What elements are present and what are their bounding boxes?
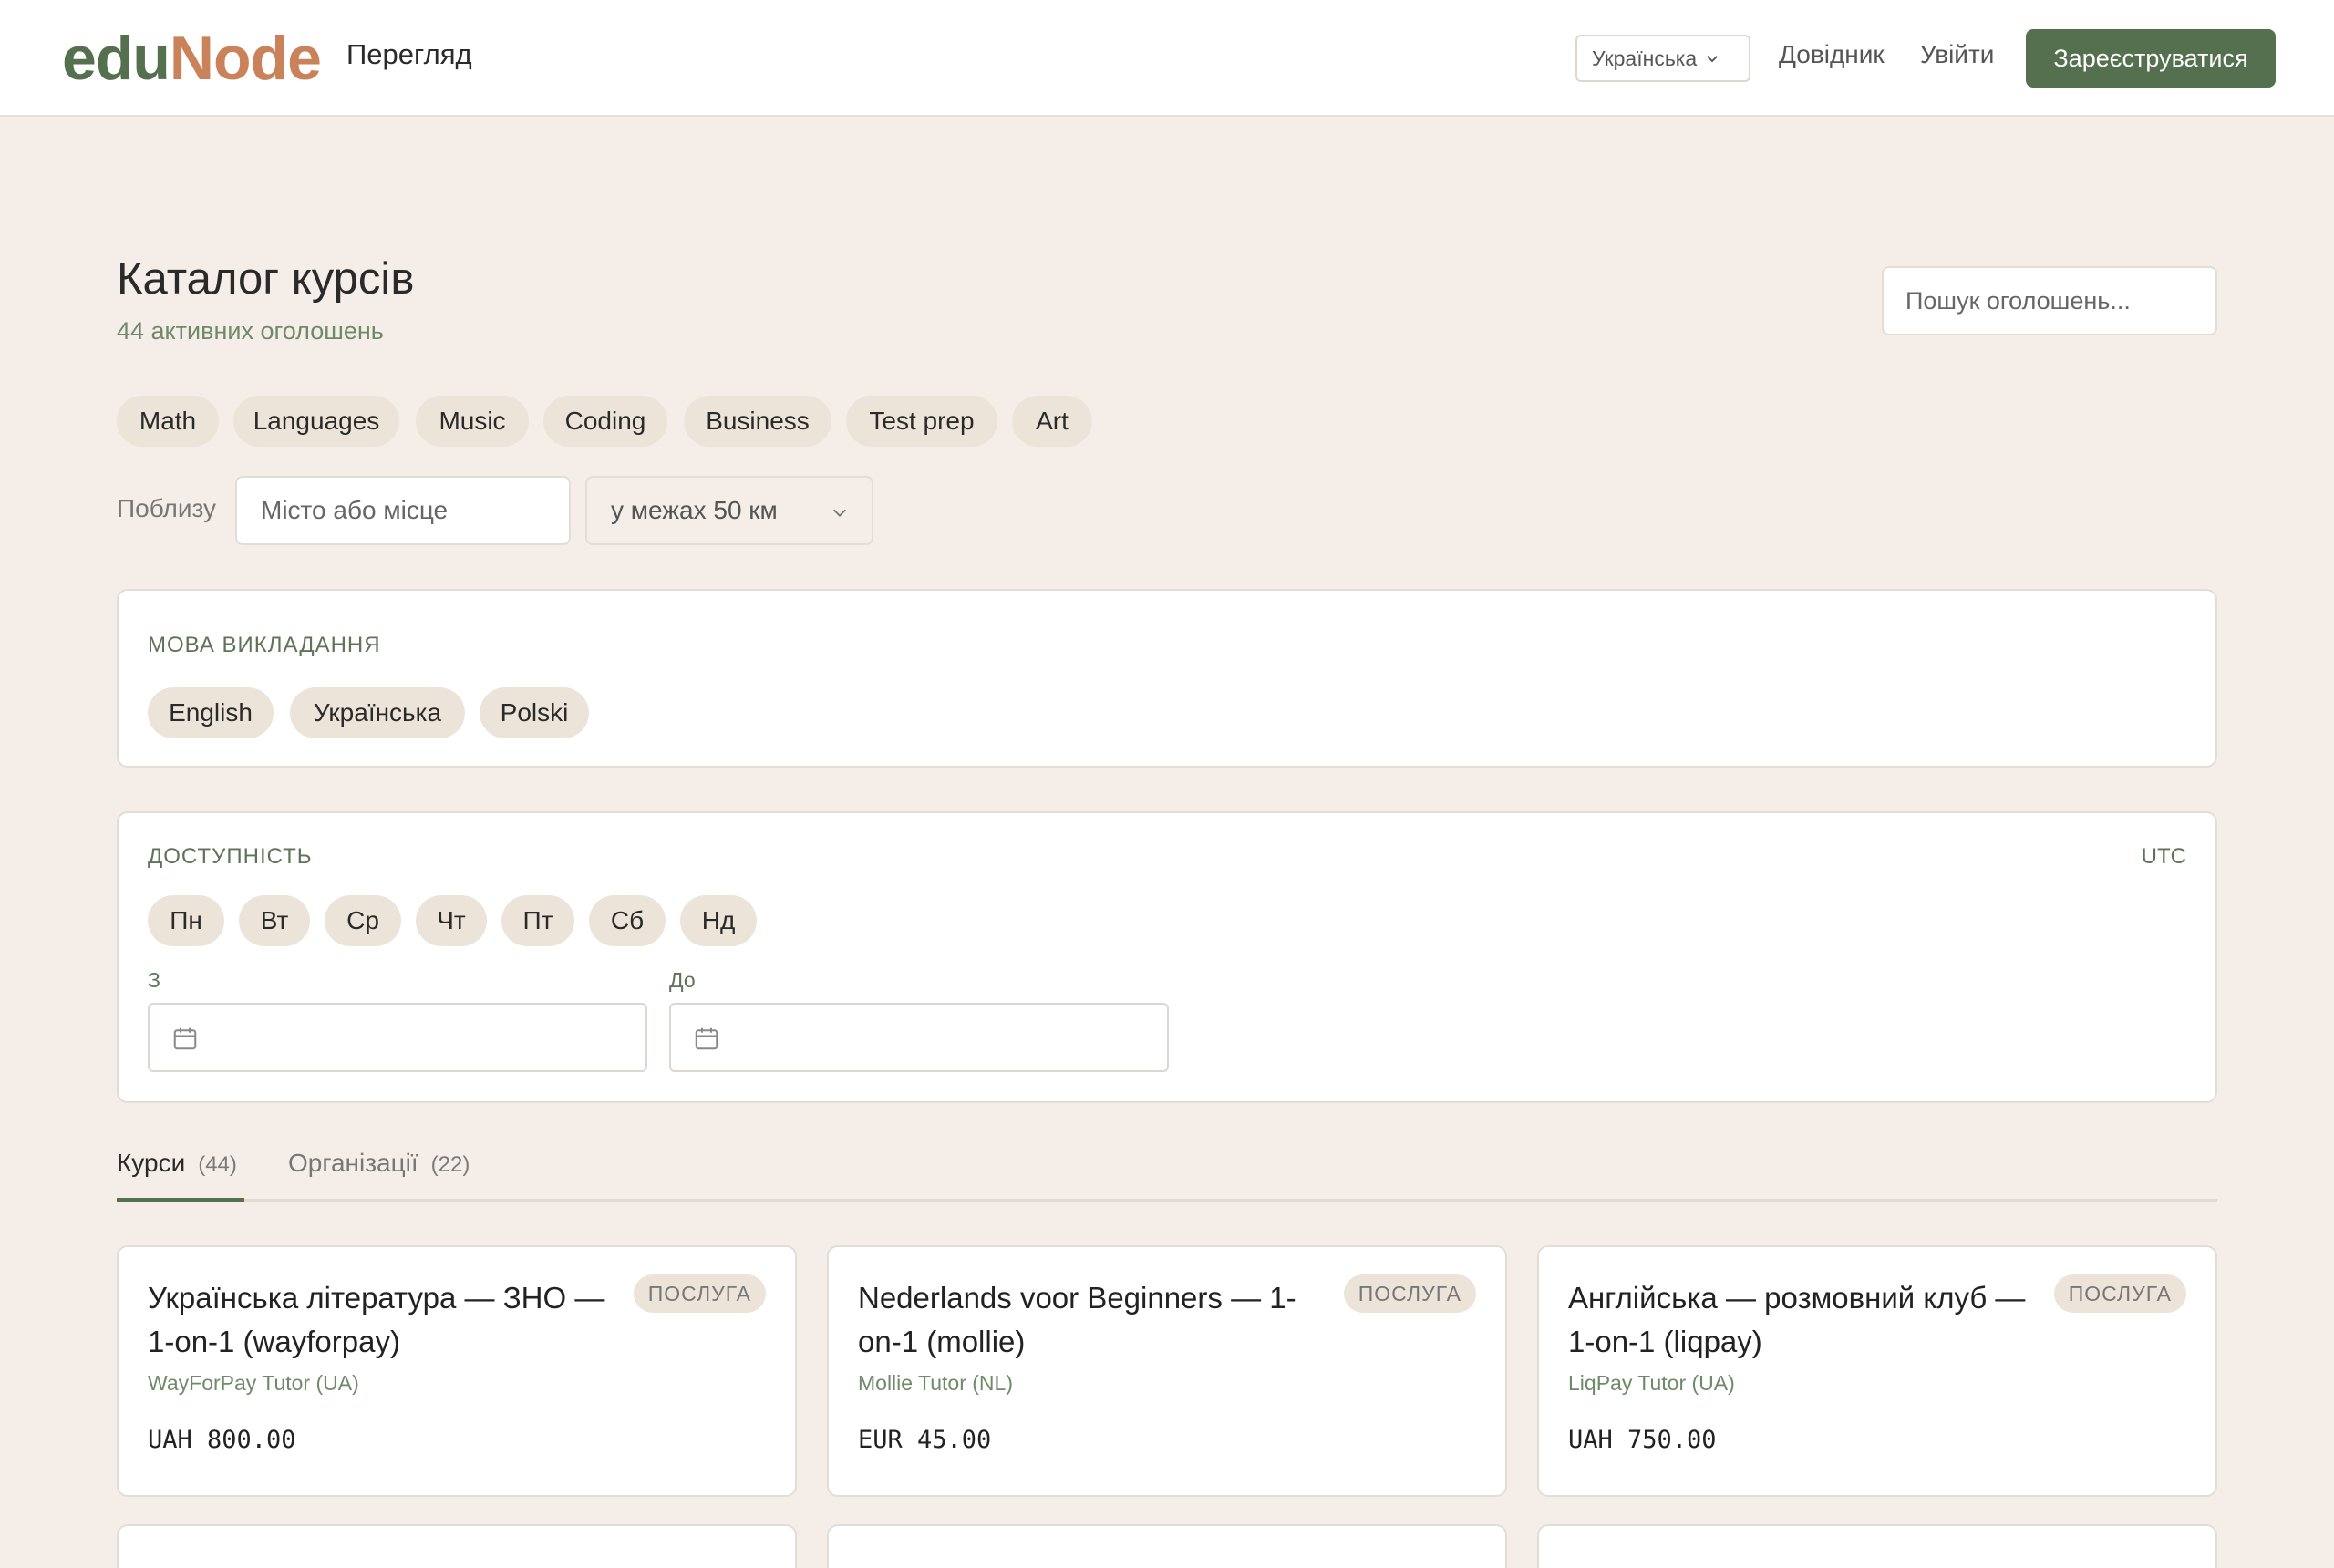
- chevron-down-icon: [832, 509, 847, 517]
- availability-label: ДОСТУПНІСТЬ: [148, 844, 313, 869]
- language-select[interactable]: Українська: [1575, 35, 1750, 82]
- category-chip-business[interactable]: Business: [684, 396, 831, 447]
- edunode-logo[interactable]: eduNode: [62, 22, 322, 95]
- radius-select-value: у межах 50 км: [611, 496, 778, 524]
- calendar-icon: [173, 1027, 197, 1050]
- tab-courses-count: (44): [198, 1152, 237, 1177]
- category-chip-languages[interactable]: Languages: [233, 396, 399, 447]
- course-card-org: Mollie Tutor (NL): [858, 1371, 1013, 1395]
- course-card-badge: ПОСЛУГА: [2053, 1274, 2186, 1313]
- calendar-icon: [695, 1027, 718, 1050]
- teaching-language-label: МОВА ВИКЛАДАННЯ: [148, 633, 381, 657]
- timezone-label: UTC: [2141, 844, 2186, 869]
- course-card[interactable]: Англійська — розмовний клуб — 1-on-1 (li…: [1537, 1245, 2217, 1497]
- day-chip-thu[interactable]: Чт: [416, 895, 487, 946]
- logo-node: Node: [169, 24, 322, 93]
- course-card-badge: ПОСЛУГА: [1343, 1274, 1476, 1313]
- language-select-value: Українська: [1592, 46, 1698, 70]
- category-chip-coding[interactable]: Coding: [543, 396, 667, 447]
- to-date-input[interactable]: [669, 1003, 1169, 1072]
- course-card-price: EUR 45.00: [858, 1426, 992, 1454]
- to-date-label: До: [669, 968, 696, 992]
- day-chip-mon[interactable]: Пн: [148, 895, 224, 946]
- chevron-down-icon: [1707, 56, 1719, 63]
- search-input[interactable]: [1882, 266, 2217, 335]
- help-link[interactable]: Довідник: [1779, 40, 1885, 69]
- login-link[interactable]: Увійти: [1920, 40, 1994, 69]
- availability-panel: ДОСТУПНІСТЬ UTC Пн Вт Ср Чт Пт Сб Нд З Д…: [117, 811, 2217, 1103]
- course-card-price: UAH 800.00: [148, 1426, 296, 1454]
- tab-courses[interactable]: Курси (44): [117, 1149, 237, 1178]
- course-card-partial[interactable]: [117, 1524, 797, 1568]
- location-input[interactable]: [235, 476, 571, 545]
- language-chip-english[interactable]: English: [148, 687, 274, 738]
- logo-edu: edu: [62, 24, 170, 93]
- day-chip-sun[interactable]: Нд: [680, 895, 757, 946]
- tab-organizations[interactable]: Організації (22): [288, 1149, 470, 1178]
- tab-organizations-count: (22): [430, 1152, 470, 1177]
- day-chip-tue[interactable]: Вт: [239, 895, 310, 946]
- course-card[interactable]: Українська література — ЗНО — 1-on-1 (wa…: [117, 1245, 797, 1497]
- course-card-org: LiqPay Tutor (UA): [1568, 1371, 1735, 1395]
- category-chip-math[interactable]: Math: [117, 396, 219, 447]
- day-chip-sat[interactable]: Сб: [589, 895, 666, 946]
- tab-courses-label: Курси: [117, 1149, 186, 1177]
- course-card-price: UAH 750.00: [1568, 1426, 1717, 1454]
- course-card-badge: ПОСЛУГА: [633, 1274, 766, 1313]
- course-card[interactable]: Nederlands voor Beginners — 1-on-1 (moll…: [827, 1245, 1507, 1497]
- course-card-title: Англійська — розмовний клуб — 1-on-1 (li…: [1568, 1281, 2026, 1358]
- course-card-partial[interactable]: [827, 1524, 1507, 1568]
- category-chip-test-prep[interactable]: Test prep: [846, 396, 997, 447]
- radius-select[interactable]: у межах 50 км: [585, 476, 873, 545]
- tab-organizations-label: Організації: [288, 1149, 418, 1177]
- course-card-title: Українська література — ЗНО — 1-on-1 (wa…: [148, 1281, 605, 1358]
- listing-count: 44 активних оголошень: [117, 317, 384, 345]
- day-chip-wed[interactable]: Ср: [325, 895, 401, 946]
- page-title: Каталог курсів: [117, 254, 415, 304]
- nearby-label: Поблизу: [117, 494, 216, 522]
- nav-browse-link[interactable]: Перегляд: [346, 38, 472, 71]
- active-tab-indicator: [117, 1198, 244, 1202]
- from-date-label: З: [148, 968, 160, 992]
- language-chip-ukrainian[interactable]: Українська: [290, 687, 465, 738]
- language-chip-polish[interactable]: Polski: [480, 687, 589, 738]
- day-chip-fri[interactable]: Пт: [501, 895, 574, 946]
- category-chip-art[interactable]: Art: [1012, 396, 1092, 447]
- category-chip-music[interactable]: Music: [416, 396, 529, 447]
- course-card-title: Nederlands voor Beginners — 1-on-1 (moll…: [858, 1281, 1296, 1358]
- teaching-language-panel: МОВА ВИКЛАДАННЯ English Українська Polsk…: [117, 589, 2217, 768]
- course-card-partial[interactable]: [1537, 1524, 2217, 1568]
- signup-button[interactable]: Зареєструватися: [2026, 29, 2276, 88]
- results-tabs: Курси (44) Організації (22): [117, 1143, 2217, 1202]
- course-card-org: WayForPay Tutor (UA): [148, 1371, 359, 1395]
- from-date-input[interactable]: [148, 1003, 647, 1072]
- top-header: eduNode Перегляд Українська Довідник Уві…: [0, 0, 2334, 117]
